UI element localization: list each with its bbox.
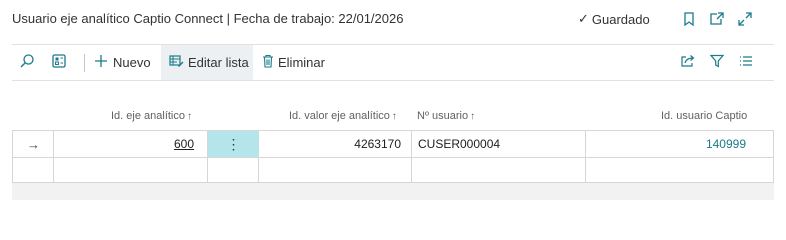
edit-list-label: Editar lista bbox=[188, 55, 249, 70]
sort-ascending-icon: ↑ bbox=[391, 111, 397, 122]
plus-icon bbox=[94, 54, 108, 71]
filter-icon bbox=[709, 54, 725, 71]
column-header-id-valor[interactable]: Id. valor eje analítico ↑ bbox=[289, 110, 397, 122]
table-footer-area bbox=[12, 183, 774, 200]
search-icon bbox=[19, 53, 35, 72]
expand-icon[interactable] bbox=[736, 10, 754, 28]
view-layout-button[interactable] bbox=[46, 45, 72, 80]
id-valor-cell[interactable]: 4263170 bbox=[259, 131, 401, 157]
data-table: → 600 ⋮ 4263170 CUSER000004 140999 bbox=[12, 130, 774, 183]
delete-button[interactable]: Eliminar bbox=[262, 45, 332, 80]
toolbar-divider bbox=[12, 80, 774, 81]
toolbar-separator bbox=[84, 54, 85, 72]
page-title: Usuario eje analítico Captio Connect | F… bbox=[12, 11, 404, 26]
list-view-button[interactable] bbox=[736, 45, 756, 80]
share-icon bbox=[680, 54, 696, 71]
title-bar: Usuario eje analítico Captio Connect | F… bbox=[0, 0, 786, 38]
bookmark-icon[interactable] bbox=[680, 10, 698, 28]
check-icon: ✓ bbox=[578, 11, 589, 26]
share-button[interactable] bbox=[678, 45, 698, 80]
edit-list-icon bbox=[169, 54, 184, 71]
column-header-label: Id. eje analítico bbox=[111, 110, 185, 122]
n-usuario-cell[interactable]: CUSER000004 bbox=[418, 131, 500, 157]
empty-table-row[interactable] bbox=[13, 158, 773, 182]
id-captio-link[interactable]: 140999 bbox=[586, 131, 746, 157]
column-header-label: Id. usuario Captio bbox=[661, 110, 748, 122]
more-vertical-icon: ⋮ bbox=[226, 135, 241, 152]
delete-button-label: Eliminar bbox=[278, 55, 325, 70]
layout-icon bbox=[51, 53, 67, 72]
trash-icon bbox=[262, 54, 274, 71]
action-toolbar: Nuevo Editar lista Eliminar bbox=[0, 45, 786, 80]
column-header-n-usuario[interactable]: Nº usuario ↑ bbox=[417, 110, 475, 122]
search-button[interactable] bbox=[14, 45, 40, 80]
new-button[interactable]: Nuevo bbox=[94, 45, 158, 80]
row-actions-menu-button[interactable]: ⋮ bbox=[208, 131, 259, 157]
column-header-id-eje[interactable]: Id. eje analítico ↑ bbox=[111, 110, 192, 122]
saved-label: Guardado bbox=[591, 11, 650, 27]
row-indicator-icon: → bbox=[27, 136, 40, 152]
column-header-label: Nº usuario bbox=[417, 110, 469, 122]
column-header-label: Id. valor eje analítico bbox=[289, 110, 390, 122]
new-button-label: Nuevo bbox=[113, 55, 151, 70]
edit-list-button[interactable]: Editar lista bbox=[161, 45, 253, 80]
sort-ascending-icon: ↑ bbox=[187, 111, 192, 122]
filter-button[interactable] bbox=[707, 45, 727, 80]
saved-status: ✓ Guardado bbox=[578, 11, 650, 27]
id-eje-link[interactable]: 600 bbox=[174, 131, 194, 157]
sort-ascending-icon: ↑ bbox=[470, 111, 476, 122]
column-header-id-captio[interactable]: Id. usuario Captio bbox=[661, 110, 747, 122]
open-new-window-icon[interactable] bbox=[708, 10, 726, 28]
list-view-icon bbox=[739, 55, 753, 70]
